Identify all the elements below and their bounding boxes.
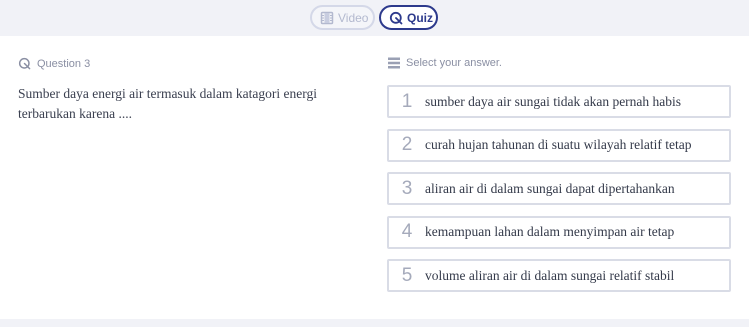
option-text: kemampuan lahan dalam menyimpan air teta… xyxy=(425,224,675,239)
option-text: volume aliran air di dalam sungai relati… xyxy=(425,267,675,283)
tab-quiz[interactable]: Quiz xyxy=(379,5,438,30)
answer-option-3[interactable]: 3 aliran air di dalam sungai dapat diper… xyxy=(387,172,731,205)
answer-option-2[interactable]: 2 curah hujan tahunan di suatu wilayah r… xyxy=(387,128,731,162)
tab-bar: Video Quiz xyxy=(0,0,749,36)
tab-video-label: Video xyxy=(338,10,369,25)
quiz-icon xyxy=(389,11,403,25)
option-number: 4 xyxy=(401,221,413,242)
option-text: curah hujan tahunan di suatu wilayah rel… xyxy=(425,137,692,152)
answer-instruction: Select your answer. xyxy=(406,57,502,69)
answer-option-4[interactable]: 4 kemampuan lahan dalam menyimpan air te… xyxy=(387,215,731,249)
film-icon xyxy=(320,11,334,25)
question-text: Sumber daya energi air termasuk dalam ka… xyxy=(18,86,318,121)
answer-option-5[interactable]: 5 volume aliran air di dalam sungai rela… xyxy=(387,259,731,292)
option-number: 3 xyxy=(401,177,413,199)
option-text: aliran air di dalam sungai dapat diperta… xyxy=(425,180,675,196)
answer-options: 1 sumber daya air sungai tidak akan pern… xyxy=(387,85,731,303)
answer-header: Select your answer. xyxy=(388,57,502,69)
question-header: Question 3 xyxy=(18,57,90,70)
quiz-icon xyxy=(18,57,31,70)
list-icon xyxy=(388,57,400,69)
tab-quiz-label: Quiz xyxy=(407,10,433,25)
option-number: 2 xyxy=(401,134,413,155)
option-number: 5 xyxy=(401,264,413,286)
answer-option-1[interactable]: 1 sumber daya air sungai tidak akan pern… xyxy=(387,85,731,118)
option-text: sumber daya air sungai tidak akan pernah… xyxy=(425,93,682,109)
option-number: 1 xyxy=(401,90,413,112)
tab-video[interactable]: Video xyxy=(310,5,375,30)
question-number: Question 3 xyxy=(37,57,91,70)
